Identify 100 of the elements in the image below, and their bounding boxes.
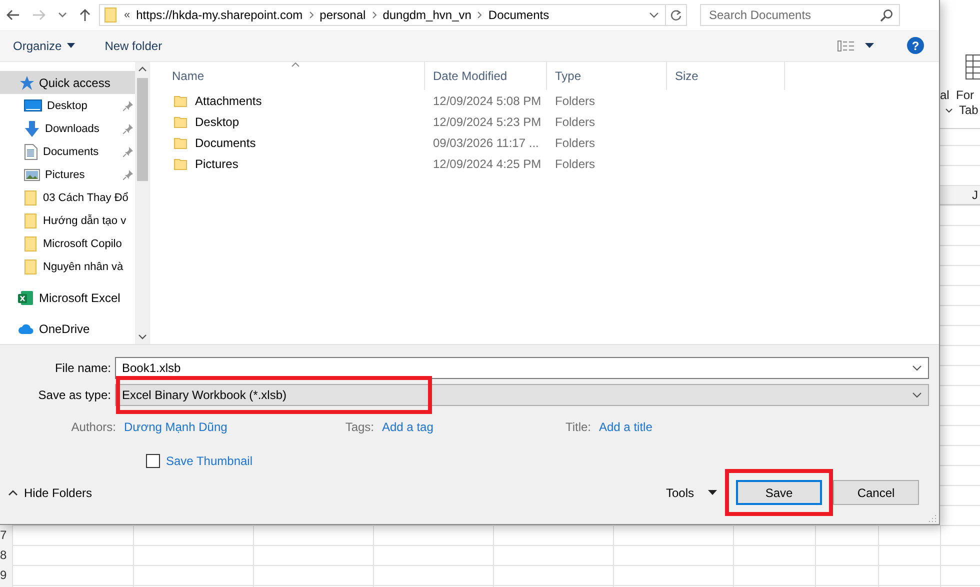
file-name-label: File name:: [54, 361, 112, 375]
sidebar-item[interactable]: Downloads: [0, 117, 135, 140]
column-header[interactable]: Date Modified: [425, 62, 547, 90]
tools-menu-button[interactable]: Tools: [666, 486, 717, 500]
file-name-value: Book1.xlsb: [122, 361, 182, 375]
column-header[interactable]: Type: [547, 62, 667, 90]
sidebar-item-label: Pictures: [45, 168, 86, 180]
folder-icon: [24, 212, 38, 228]
file-type-dropdown[interactable]: Excel Binary Workbook (*.xlsb): [115, 384, 929, 406]
file-name[interactable]: Pictures: [195, 156, 238, 170]
chevron-right-icon: [477, 11, 482, 19]
folder-icon: [24, 190, 38, 206]
folder-icon: [174, 114, 188, 128]
folder-icon: [174, 136, 188, 150]
chevron-right-icon: [308, 11, 314, 19]
cloud-icon: [18, 322, 34, 334]
overflow-chevrons[interactable]: «: [124, 9, 130, 21]
help-button[interactable]: ?: [907, 37, 924, 54]
row-number: 9: [0, 567, 8, 584]
search-icon: [880, 8, 893, 22]
sidebar-item[interactable]: Hướng dẫn tạo v: [0, 209, 135, 232]
chevron-down-icon[interactable]: [649, 12, 659, 18]
search-input[interactable]: Search Documents: [709, 8, 880, 22]
refresh-icon[interactable]: [670, 8, 682, 22]
sidebar-item[interactable]: Documents: [0, 140, 135, 163]
sidebar-item[interactable]: Microsoft Excel: [0, 286, 135, 309]
spreadsheet-icon: [18, 290, 34, 306]
type-cell-text: Folders: [554, 114, 596, 128]
chevron-down-icon[interactable]: [58, 12, 67, 18]
back-arrow-icon[interactable]: [6, 9, 20, 21]
view-list-icon[interactable]: [837, 40, 855, 52]
search-field[interactable]: Search Documents: [700, 4, 900, 26]
scrollbar-thumb[interactable]: [137, 78, 148, 181]
sidebar-item[interactable]: Desktop: [0, 94, 135, 117]
caret-down-icon: [708, 490, 717, 495]
sidebar-item-label: Microsoft Excel: [39, 290, 122, 304]
sidebar-item-label: Nguyên nhân và: [43, 260, 124, 272]
caret-down-icon[interactable]: [865, 43, 874, 48]
add-tag-link[interactable]: Add a tag: [382, 420, 532, 434]
sidebar-item-label: OneDrive: [39, 322, 91, 336]
breadcrumb[interactable]: Documents: [488, 8, 550, 22]
folder-icon: [24, 258, 38, 274]
star-icon: [18, 74, 34, 90]
folder-icon: [24, 236, 38, 252]
sidebar-item[interactable]: Quick access: [0, 71, 135, 94]
date-cell-text: 12/09/2024 5:23 PM: [432, 114, 542, 128]
breadcrumb[interactable]: dungdm_hvn_vn: [382, 8, 472, 22]
sidebar-item-label: Microsoft Copilo: [43, 238, 123, 250]
date-cell-text: 09/03/2026 11:17 ...: [432, 136, 540, 150]
sidebar-item-label: Desktop: [47, 100, 88, 112]
hide-folders-button[interactable]: Hide Folders: [8, 486, 92, 500]
chevron-up-icon: [8, 490, 18, 496]
cancel-button[interactable]: Cancel: [833, 480, 919, 505]
row-number: 7: [0, 527, 8, 544]
chevron-up-icon: [138, 66, 147, 72]
save-thumbnail-label[interactable]: Save Thumbnail: [166, 454, 252, 468]
file-name[interactable]: Documents: [195, 136, 256, 150]
file-name[interactable]: Desktop: [195, 114, 240, 128]
ribbon-label: al: [940, 88, 950, 102]
sidebar-item-label: 03 Cách Thay Đổ: [43, 192, 130, 204]
sidebar-item[interactable]: Microsoft Copilo: [0, 232, 135, 255]
type-cell-text: Folders: [554, 136, 596, 150]
folder-icon: [174, 94, 188, 108]
column-header[interactable]: Size: [667, 62, 785, 90]
monitor-icon: [24, 98, 42, 112]
ribbon-label: Tab: [959, 103, 978, 117]
date-cell-text: 12/09/2024 5:08 PM: [432, 94, 542, 108]
sidebar-item-label: Quick access: [39, 76, 112, 90]
save-thumbnail-checkbox[interactable]: [146, 454, 160, 468]
column-header: J: [972, 188, 978, 202]
chevron-down-icon: [138, 334, 147, 340]
breadcrumb[interactable]: personal: [320, 8, 366, 22]
save-button[interactable]: Save: [736, 480, 822, 505]
tags-label: Tags:: [344, 420, 374, 434]
chevron-down-icon: [945, 108, 953, 113]
add-title-link[interactable]: Add a title: [599, 420, 652, 434]
up-arrow-icon[interactable]: [79, 8, 91, 22]
sidebar-item[interactable]: OneDrive: [0, 317, 135, 340]
resize-grip-icon: [929, 514, 937, 522]
date-cell-text: 12/09/2024 4:25 PM: [432, 156, 542, 170]
organize-menu-button[interactable]: Organize: [13, 36, 75, 54]
sidebar-item[interactable]: 03 Cách Thay Đổ: [0, 186, 135, 209]
document-icon: [24, 144, 38, 160]
file-name-field[interactable]: Book1.xlsb: [115, 357, 929, 379]
breadcrumb[interactable]: https://hkda-my.sharepoint.com: [136, 8, 303, 22]
scrollbar[interactable]: [135, 62, 150, 344]
folder-icon: [104, 7, 118, 23]
save-as-type-label: Save as type:: [37, 388, 112, 402]
sidebar-item[interactable]: Nguyên nhân và: [0, 255, 135, 278]
file-name[interactable]: Attachments: [195, 94, 262, 108]
author-link[interactable]: Dương Mạnh Dũng: [124, 420, 324, 434]
chevron-right-icon: [372, 11, 377, 19]
sidebar-item-label: Hướng dẫn tạo v: [43, 214, 128, 226]
column-header[interactable]: Name: [150, 62, 425, 90]
sidebar-item[interactable]: Pictures: [0, 163, 135, 186]
sidebar-item-label: Downloads: [45, 122, 100, 134]
type-cell-text: Folders: [554, 156, 596, 170]
ribbon-label: For: [956, 88, 974, 102]
authors-label: Authors:: [70, 420, 116, 434]
new-folder-button[interactable]: New folder: [104, 36, 162, 54]
